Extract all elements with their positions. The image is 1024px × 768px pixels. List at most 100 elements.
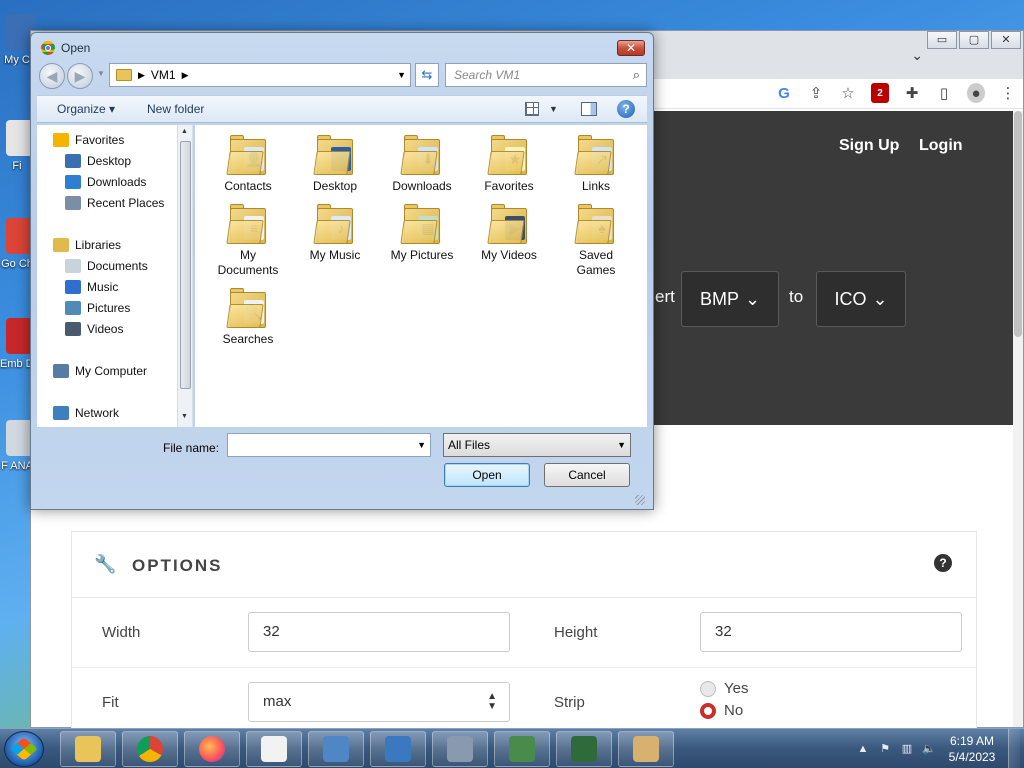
chrome-icon <box>137 736 163 762</box>
open-button[interactable]: Open <box>444 463 530 487</box>
strip-no-radio[interactable]: No <box>700 702 743 719</box>
to-format-dropdown[interactable]: ICO ⌄ <box>816 271 906 327</box>
back-button[interactable]: ◀ <box>39 63 65 89</box>
minimize-button[interactable]: ▭ <box>927 31 957 49</box>
scrollbar-thumb[interactable] <box>180 141 191 389</box>
maximize-button[interactable]: ▢ <box>959 31 989 49</box>
scroll-up-icon[interactable]: ▲ <box>181 128 188 135</box>
nav-item-downloads[interactable]: Downloads <box>65 175 146 189</box>
nav-item-favorites[interactable]: Favorites <box>53 133 124 147</box>
network-icon[interactable]: ▥ <box>900 742 914 756</box>
width-input[interactable]: 32 <box>248 612 510 652</box>
folder-item-my-documents[interactable]: ≡My Documents <box>211 202 285 278</box>
taskbar-remote-desktop-button[interactable] <box>370 731 426 767</box>
page-scrollbar[interactable] <box>1013 111 1023 727</box>
taskbar-server-manager-button[interactable] <box>432 731 488 767</box>
share-icon[interactable]: ⇪ <box>807 83 825 103</box>
show-hidden-icons-icon[interactable]: ▲ <box>856 742 870 756</box>
scrollbar-thumb[interactable] <box>1014 111 1022 337</box>
nav-item-pictures[interactable]: Pictures <box>65 301 130 315</box>
nav-item-recent-places[interactable]: Recent Places <box>65 196 164 210</box>
search-icon[interactable]: ⌕ <box>633 64 640 86</box>
folder-item-downloads[interactable]: ⬇ Downloads <box>385 133 459 194</box>
folder-item-favorites[interactable]: ★ Favorites <box>472 133 546 194</box>
preview-pane-icon[interactable] <box>581 102 597 116</box>
fit-select[interactable]: max ▲ ▼ <box>248 682 510 722</box>
nav-item-music[interactable]: Music <box>65 280 118 294</box>
folder-item-my-music[interactable]: ♪ My Music <box>298 202 372 263</box>
nav-item-desktop[interactable]: Desktop <box>65 154 131 168</box>
search-input[interactable]: Search VM1 ⌕ <box>445 63 647 87</box>
nav-scrollbar[interactable]: ▲ ▼ <box>177 125 192 427</box>
taskbar-control-panel-button[interactable] <box>308 731 364 767</box>
nav-item-label: Downloads <box>87 175 147 189</box>
taskbar-paint-button[interactable] <box>618 731 674 767</box>
show-desktop-button[interactable] <box>1008 729 1020 768</box>
address-bar[interactable]: ▶ VM1 ▶ ▼ <box>109 63 411 87</box>
from-format-dropdown[interactable]: BMP ⌄ <box>681 271 779 327</box>
folder-item-links[interactable]: ↗ Links <box>559 133 633 194</box>
tab-search-chevron-down-icon[interactable]: ⌄ <box>911 47 923 64</box>
file-name-input[interactable]: ▼ <box>227 433 431 457</box>
profile-icon[interactable]: ● <box>967 83 985 103</box>
ublock-icon[interactable]: 2 <box>871 83 889 103</box>
extensions-icon[interactable]: ✚ <box>903 83 921 103</box>
taskbar-terminal-app-button[interactable] <box>556 731 612 767</box>
help-icon[interactable]: ? <box>617 100 635 118</box>
chevron-right-icon[interactable]: ▶ <box>182 70 189 81</box>
nav-item-network[interactable]: Network <box>53 406 119 420</box>
taskbar-network-monitor-button[interactable] <box>494 731 550 767</box>
chevron-right-icon[interactable]: ▶ <box>138 70 145 81</box>
file-type-select[interactable]: All Files ▼ <box>443 433 631 457</box>
folder-item-saved-games[interactable]: ♠Saved Games <box>559 202 633 278</box>
fit-value: max <box>263 693 292 710</box>
dialog-titlebar[interactable]: Open ✕ <box>31 33 653 61</box>
login-link[interactable]: Login <box>919 137 963 155</box>
resize-grip-icon[interactable] <box>635 495 645 505</box>
organize-button[interactable]: Organize ▾ <box>57 102 115 116</box>
folder-item-contacts[interactable]: 👤 Contacts <box>211 133 285 194</box>
folder-item-label: Favorites <box>484 179 534 193</box>
recent-locations-chevron-down-icon[interactable]: ▼ <box>97 69 105 78</box>
google-icon[interactable]: G <box>775 83 793 103</box>
cancel-button[interactable]: Cancel <box>544 463 630 487</box>
folder-icon: ↗ <box>574 133 616 177</box>
nav-item-documents[interactable]: Documents <box>65 259 148 273</box>
clock[interactable]: 6:19 AM 5/4/2023 <box>944 733 1000 765</box>
new-folder-button[interactable]: New folder <box>147 102 204 116</box>
address-chevron-down-icon[interactable]: ▼ <box>397 70 406 80</box>
signup-link[interactable]: Sign Up <box>839 137 899 155</box>
nav-item-videos[interactable]: Videos <box>65 322 123 336</box>
taskbar-firefox-button[interactable] <box>184 731 240 767</box>
taskbar-notepad-button[interactable] <box>246 731 302 767</box>
height-input[interactable]: 32 <box>700 612 962 652</box>
views-chevron-down-icon[interactable]: ▼ <box>549 104 558 114</box>
strip-yes-radio[interactable]: Yes <box>700 680 748 697</box>
folder-item-my-pictures[interactable]: ▦ My Pictures <box>385 202 459 263</box>
nav-item-libraries[interactable]: Libraries <box>53 238 121 252</box>
sidepanel-icon[interactable]: ▯ <box>935 83 953 103</box>
forward-button[interactable]: ▶ <box>67 63 93 89</box>
volume-icon[interactable]: 🔈 <box>922 742 936 756</box>
taskbar-explorer-button[interactable] <box>60 731 116 767</box>
folder-item-my-videos[interactable]: ▶ My Videos <box>472 202 546 263</box>
help-icon[interactable]: ? <box>934 554 952 572</box>
refresh-button[interactable]: ⇆ <box>415 63 439 87</box>
views-icon[interactable] <box>525 102 539 116</box>
more-icon[interactable]: ⋮ <box>999 83 1017 103</box>
documents-icon <box>65 259 81 273</box>
taskbar-chrome-button[interactable] <box>122 731 178 767</box>
dialog-close-button[interactable]: ✕ <box>617 40 645 56</box>
nav-item-my-computer[interactable]: My Computer <box>53 364 147 378</box>
folder-icon: 👤 <box>226 133 268 177</box>
close-window-button[interactable]: ✕ <box>991 31 1021 49</box>
start-button[interactable] <box>4 731 44 767</box>
star-icon[interactable]: ☆ <box>839 83 857 103</box>
scroll-down-icon[interactable]: ▼ <box>181 413 188 420</box>
action-center-icon[interactable]: ⚑ <box>878 742 892 756</box>
folder-item-searches[interactable]: 🔍 Searches <box>211 286 285 347</box>
to-word: to <box>789 287 804 306</box>
folder-item-desktop[interactable]: Desktop <box>298 133 372 194</box>
chevron-down-icon[interactable]: ▼ <box>417 440 426 450</box>
breadcrumb[interactable]: VM1 <box>151 68 176 82</box>
